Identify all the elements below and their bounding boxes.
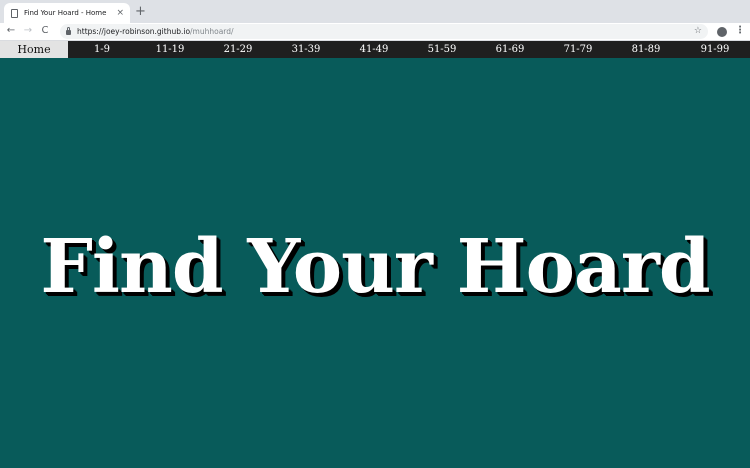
nav-home-link[interactable]: Home bbox=[0, 41, 68, 58]
lock-icon bbox=[66, 27, 71, 35]
account-avatar-icon[interactable] bbox=[717, 27, 727, 37]
new-tab-button[interactable]: + bbox=[135, 4, 146, 20]
hero-title: Find Your Hoard bbox=[40, 224, 710, 310]
tab-close-icon[interactable]: × bbox=[116, 6, 124, 20]
url-path: /muhhoard/ bbox=[190, 27, 234, 36]
nav-link-81-89[interactable]: 81-89 bbox=[612, 41, 680, 58]
browser-tab[interactable]: Find Your Hoard - Home × bbox=[4, 3, 130, 23]
address-bar[interactable]: https://joey-robinson.github.io/muhhoard… bbox=[60, 24, 708, 39]
nav-link-61-69[interactable]: 61-69 bbox=[476, 41, 544, 58]
tab-title: Find Your Hoard - Home bbox=[24, 9, 107, 17]
nav-link-51-59[interactable]: 51-59 bbox=[408, 41, 476, 58]
nav-link-41-49[interactable]: 41-49 bbox=[340, 41, 408, 58]
nav-link-31-39[interactable]: 31-39 bbox=[272, 41, 340, 58]
browser-tabstrip: Find Your Hoard - Home × + bbox=[0, 0, 750, 23]
nav-link-91-99[interactable]: 91-99 bbox=[680, 41, 750, 58]
url-host: https://joey-robinson.github.io bbox=[77, 27, 191, 36]
back-icon[interactable]: ← bbox=[5, 25, 17, 37]
browser-menu-icon[interactable]: ⋮ bbox=[735, 25, 745, 37]
browser-toolbar: ← → C https://joey-robinson.github.io/mu… bbox=[0, 23, 750, 41]
nav-link-71-79[interactable]: 71-79 bbox=[544, 41, 612, 58]
address-url: https://joey-robinson.github.io/muhhoard… bbox=[77, 27, 234, 36]
forward-icon[interactable]: → bbox=[22, 25, 34, 37]
reload-icon[interactable]: C bbox=[39, 25, 51, 37]
page-favicon-icon bbox=[11, 8, 18, 18]
site-nav: Home 1-9 11-19 21-29 31-39 41-49 51-59 6… bbox=[0, 41, 750, 58]
nav-link-1-9[interactable]: 1-9 bbox=[68, 41, 136, 58]
nav-link-11-19[interactable]: 11-19 bbox=[136, 41, 204, 58]
bookmark-star-icon[interactable]: ☆ bbox=[694, 25, 702, 38]
nav-link-21-29[interactable]: 21-29 bbox=[204, 41, 272, 58]
